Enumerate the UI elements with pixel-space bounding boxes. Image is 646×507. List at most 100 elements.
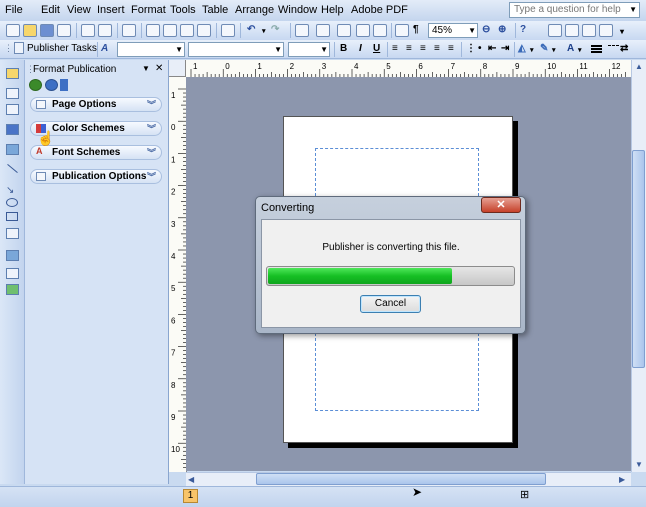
print-preview-icon[interactable] xyxy=(98,24,112,37)
style-select[interactable]: ▼ xyxy=(117,42,185,57)
group-icon[interactable] xyxy=(337,24,351,37)
font-select[interactable]: ▼ xyxy=(188,42,284,57)
undo-dropdown-icon[interactable]: ▾ xyxy=(262,27,266,35)
select-tool-icon[interactable] xyxy=(6,68,19,79)
print-icon[interactable] xyxy=(81,24,95,37)
menu-help[interactable]: Help xyxy=(321,4,344,16)
align-center-icon[interactable]: ≡ xyxy=(406,43,412,54)
font-color-icon[interactable]: A xyxy=(567,43,574,54)
task-pane-menu-icon[interactable]: ▼ xyxy=(142,64,150,73)
justify-icon[interactable]: ≡ xyxy=(434,43,440,54)
menu-window[interactable]: Window xyxy=(278,4,317,16)
rotate-icon[interactable] xyxy=(316,24,330,37)
connect-frames-icon[interactable] xyxy=(356,24,370,37)
copy-icon[interactable] xyxy=(163,24,177,37)
forward-icon[interactable] xyxy=(45,79,58,91)
styles-icon[interactable]: A xyxy=(101,43,108,54)
zoom-select[interactable]: 45% ▼ xyxy=(428,23,478,38)
dash-style-icon[interactable] xyxy=(608,45,619,47)
scroll-right-icon[interactable]: ▶ xyxy=(619,475,625,484)
bring-to-front-icon[interactable] xyxy=(295,24,309,37)
chevron-down-icon[interactable]: ▾ xyxy=(578,46,582,54)
redo-icon[interactable]: ↷ xyxy=(271,24,279,35)
rectangle-tool-icon[interactable] xyxy=(6,212,18,221)
cut-icon[interactable] xyxy=(146,24,160,37)
hotspot-tool-icon[interactable] xyxy=(6,250,19,261)
zoom-out-icon[interactable]: ⊖ xyxy=(482,24,490,35)
spelling-icon[interactable] xyxy=(122,24,136,37)
undo-icon[interactable]: ↶ xyxy=(247,24,255,35)
line-tool-icon[interactable] xyxy=(7,163,18,174)
page-navigator-button[interactable]: 1 xyxy=(183,489,198,503)
form-control-tool-icon[interactable] xyxy=(6,268,19,279)
design-gallery-tool-icon[interactable] xyxy=(6,284,19,295)
vertical-ruler[interactable]: 101234567891011 xyxy=(169,77,187,486)
toolbar-options-icon[interactable]: ▾ xyxy=(620,27,624,36)
align-right-icon[interactable]: ≡ xyxy=(420,43,426,54)
insert-table-icon[interactable] xyxy=(221,24,235,37)
bullets-icon[interactable]: • xyxy=(478,43,482,54)
underline-button[interactable]: U xyxy=(373,43,380,54)
menu-format[interactable]: Format xyxy=(131,4,166,16)
scroll-down-icon[interactable]: ▼ xyxy=(635,460,643,469)
fill-color-icon[interactable]: ◭ xyxy=(518,43,526,54)
acrobat-icon[interactable] xyxy=(548,24,562,37)
menu-insert[interactable]: Insert xyxy=(97,4,125,16)
pilcrow-icon[interactable]: ¶ xyxy=(413,24,419,35)
menu-view[interactable]: View xyxy=(67,4,91,16)
task-item-publication-options[interactable]: Publication Options ︾ xyxy=(30,169,162,184)
close-icon[interactable]: ✕ xyxy=(155,63,163,74)
horizontal-ruler[interactable]: 1012345678910111213 xyxy=(169,60,646,78)
horizontal-scroll-thumb[interactable] xyxy=(256,473,546,485)
paste-icon[interactable] xyxy=(180,24,194,37)
scroll-left-icon[interactable]: ◀ xyxy=(188,475,194,484)
menu-adobe-pdf[interactable]: Adobe PDF xyxy=(351,4,408,16)
break-link-icon[interactable] xyxy=(373,24,387,37)
columns-icon[interactable] xyxy=(395,24,409,37)
help-icon[interactable]: ? xyxy=(520,24,526,35)
acrobat-email-icon[interactable] xyxy=(565,24,579,37)
wordart-tool-icon[interactable] xyxy=(6,124,19,135)
acrobat-options-icon[interactable] xyxy=(599,24,613,37)
home-icon[interactable] xyxy=(60,79,68,91)
chevron-down-icon[interactable]: ▾ xyxy=(530,46,534,54)
arrow-tool-icon[interactable]: ↘ xyxy=(6,185,14,196)
new-icon[interactable] xyxy=(6,24,20,37)
increase-indent-icon[interactable]: ⇥ xyxy=(501,43,509,54)
ruler-corner[interactable] xyxy=(169,60,186,77)
menu-arrange[interactable]: Arrange xyxy=(235,4,274,16)
menu-table[interactable]: Table xyxy=(202,4,228,16)
numbering-icon[interactable]: ⋮ xyxy=(466,43,476,54)
task-item-font-schemes[interactable]: A Font Schemes ︾ xyxy=(30,145,162,160)
table-tool-icon[interactable] xyxy=(6,104,19,115)
zoom-in-icon[interactable]: ⊕ xyxy=(498,24,506,35)
menu-edit[interactable]: Edit xyxy=(41,4,60,16)
permission-icon[interactable] xyxy=(57,24,71,37)
chevron-down-icon[interactable]: ▾ xyxy=(552,46,556,54)
text-box-tool-icon[interactable] xyxy=(6,88,19,99)
acrobat-review-icon[interactable] xyxy=(582,24,596,37)
decrease-indent-icon[interactable]: ⇤ xyxy=(488,43,496,54)
cancel-button[interactable]: Cancel xyxy=(360,295,421,313)
line-color-icon[interactable]: ✎ xyxy=(540,43,548,54)
distribute-icon[interactable]: ≡ xyxy=(448,43,454,54)
back-icon[interactable] xyxy=(29,79,42,91)
save-icon[interactable] xyxy=(40,24,54,37)
format-painter-icon[interactable] xyxy=(197,24,211,37)
task-item-page-options[interactable]: Page Options ︾ xyxy=(30,97,162,112)
close-button[interactable]: ✕ xyxy=(481,197,521,213)
arrow-style-icon[interactable]: ⇄ xyxy=(620,43,628,54)
menu-file[interactable]: File xyxy=(5,4,23,16)
font-size-select[interactable]: ▼ xyxy=(288,42,330,57)
vertical-scroll-thumb[interactable] xyxy=(632,150,645,368)
oval-tool-icon[interactable] xyxy=(6,198,18,207)
help-search-input[interactable]: Type a question for help ▼ xyxy=(509,2,640,18)
align-left-icon[interactable]: ≡ xyxy=(392,43,398,54)
menu-tools[interactable]: Tools xyxy=(170,4,196,16)
picture-tool-icon[interactable] xyxy=(6,144,19,155)
open-icon[interactable] xyxy=(23,24,37,37)
line-style-icon[interactable] xyxy=(591,45,602,47)
chevron-down-icon[interactable]: ▼ xyxy=(629,5,637,14)
scroll-up-icon[interactable]: ▲ xyxy=(635,62,643,71)
italic-button[interactable]: I xyxy=(359,43,362,54)
